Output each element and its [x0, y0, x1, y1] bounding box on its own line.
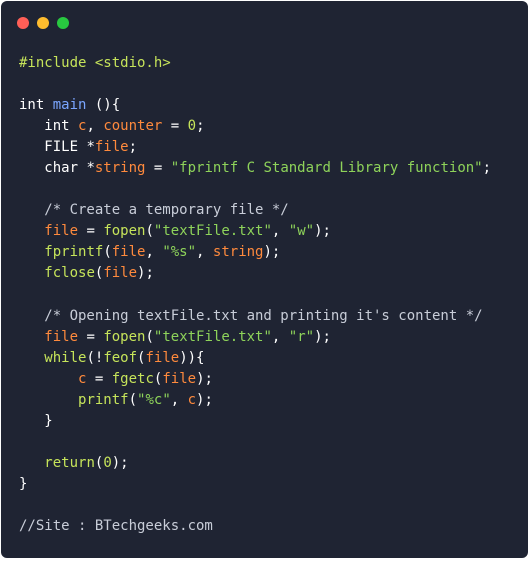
code-line: int main (){ — [19, 97, 121, 114]
code-line: printf("%c", c); — [78, 391, 213, 408]
code-line: fclose(file); — [44, 265, 154, 282]
code-line: char *string = "fprintf C Standard Libra… — [44, 160, 492, 177]
code-line: ​ — [19, 285, 528, 306]
code-line: } — [19, 412, 53, 429]
maximize-button[interactable] — [57, 17, 69, 29]
code-line: file = fopen("textFile.txt", "r"); — [44, 328, 331, 345]
code-line: ​ — [19, 432, 528, 453]
code-line: /* Create a temporary file */ — [19, 202, 289, 219]
code-line: #include <stdio.h> — [19, 55, 171, 71]
code-line: file = fopen("textFile.txt", "w"); — [44, 223, 331, 240]
code-line: FILE *file; — [44, 139, 138, 156]
code-line: int c, counter = 0; — [44, 118, 205, 135]
code-block: #include <stdio.h> ​ int main (){ int c, c… — [19, 53, 528, 537]
code-line: return(0); — [44, 454, 129, 471]
code-line: ​ — [19, 74, 528, 95]
code-line: ​ — [19, 495, 528, 516]
code-line: ​ — [19, 179, 528, 200]
minimize-button[interactable] — [37, 17, 49, 29]
close-button[interactable] — [17, 17, 29, 29]
code-line: fprintf(file, "%s", string); — [44, 244, 281, 261]
code-line: } — [19, 475, 28, 492]
code-line: /* Opening textFile.txt and printing it'… — [19, 307, 483, 324]
code-line: //Site : BTechgeeks.com — [19, 518, 213, 535]
window-titlebar — [1, 1, 528, 43]
page: #include <stdio.h> ​ int main (){ int c, c… — [0, 0, 531, 561]
code-window: #include <stdio.h> ​ int main (){ int c, c… — [1, 1, 528, 558]
code-line: while(!feof(file)){ — [44, 349, 205, 366]
code-line: c = fgetc(file); — [78, 370, 213, 387]
